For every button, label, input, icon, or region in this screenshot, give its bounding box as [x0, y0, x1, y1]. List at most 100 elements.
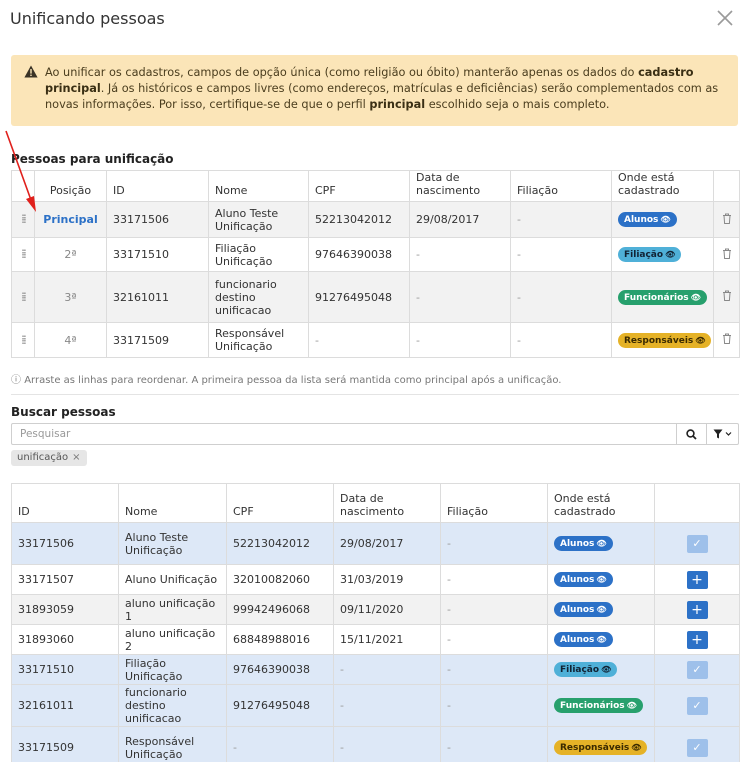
cell-filiacao: - — [510, 237, 612, 272]
header-nome: Nome — [118, 483, 227, 523]
cell-onde: Responsáveis 👁 — [611, 322, 714, 358]
eye-icon: 👁 — [596, 605, 607, 614]
cell-nascimento: 15/11/2021 — [333, 624, 441, 655]
cell-cpf: 91276495048 — [308, 271, 410, 323]
eye-icon: 👁 — [626, 701, 637, 710]
cell-cpf: - — [308, 322, 410, 358]
badge-alunos[interactable]: Alunos 👁 — [554, 572, 613, 587]
badge-alunos[interactable]: Alunos 👁 — [554, 536, 613, 551]
header-cpf: CPF — [226, 483, 334, 523]
cell-id: 33171510 — [11, 654, 119, 685]
cell-onde: Alunos 👁 — [547, 594, 655, 625]
cell-nascimento: 29/08/2017 — [333, 522, 441, 565]
chip-close-icon[interactable]: × — [72, 452, 80, 463]
check-icon[interactable]: ✓ — [686, 738, 708, 757]
header-actions — [654, 483, 740, 523]
add-person-button[interactable]: + — [686, 630, 708, 649]
eye-icon: 👁 — [601, 665, 612, 674]
drag-handle-icon[interactable]: ⁞⁞ — [11, 237, 35, 272]
cell-nascimento: - — [409, 271, 511, 323]
badge-funcionarios[interactable]: Funcionários 👁 — [618, 289, 707, 305]
table-row[interactable]: 31893059 aluno unificação 1 99942496068 … — [11, 594, 740, 625]
check-icon[interactable]: ✓ — [686, 696, 708, 715]
modal-title: Unificando pessoas — [10, 9, 165, 28]
eye-icon: 👁 — [631, 743, 642, 752]
header-cpf: CPF — [308, 170, 410, 202]
cell-onde: Alunos 👁 — [611, 201, 714, 238]
cell-id: 31893060 — [11, 624, 119, 655]
header-onde: Onde está cadastrado — [547, 483, 655, 523]
cell-onde: Funcionários 👁 — [611, 271, 714, 323]
drag-handle-icon[interactable]: ⁞⁞ — [11, 322, 35, 358]
cell-cpf: - — [226, 726, 334, 762]
badge-alunos[interactable]: Alunos 👁 — [618, 212, 677, 227]
badge-alunos[interactable]: Alunos 👁 — [554, 632, 613, 647]
table-row[interactable]: 33171510 Filiação Unificação 97646390038… — [11, 654, 740, 685]
trash-icon[interactable] — [713, 237, 740, 272]
trash-icon[interactable] — [713, 322, 740, 358]
eye-icon: 👁 — [665, 250, 676, 259]
cell-nascimento: 09/11/2020 — [333, 594, 441, 625]
cell-onde: Responsáveis 👁 — [547, 726, 655, 762]
cell-id: 31893059 — [11, 594, 119, 625]
filter-chip-label: unificação — [17, 452, 69, 463]
table-row[interactable]: 33171507 Aluno Unificação 32010082060 31… — [11, 564, 740, 595]
search-input[interactable] — [12, 424, 672, 444]
merge-table-header: Posição ID Nome CPF Data de nascimento F… — [11, 170, 740, 202]
check-icon[interactable]: ✓ — [686, 534, 708, 553]
alert-bold-2: principal — [369, 98, 426, 111]
cell-nascimento: - — [333, 654, 441, 685]
cell-action: + — [654, 564, 740, 595]
badge-responsaveis[interactable]: Responsáveis 👁 — [618, 332, 712, 348]
cell-nascimento: - — [333, 684, 441, 727]
filter-icon[interactable] — [706, 424, 739, 444]
merge-row[interactable]: ⁞⁞ Principal 33171506 Aluno Teste Unific… — [11, 201, 740, 238]
eye-icon: 👁 — [690, 292, 701, 302]
add-person-button[interactable]: + — [686, 600, 708, 619]
position-principal: Principal — [34, 201, 107, 238]
merge-row[interactable]: ⁞⁞ 2ª 33171510 Filiação Unificação 97646… — [11, 237, 740, 272]
table-row[interactable]: 31893060 aluno unificação 2 68848988016 … — [11, 624, 740, 655]
results-header: ID Nome CPF Data de nascimento Filiação … — [11, 483, 740, 523]
cell-cpf: 97646390038 — [226, 654, 334, 685]
check-icon[interactable]: ✓ — [686, 660, 708, 679]
badge-filiacao[interactable]: Filiação 👁 — [554, 662, 618, 677]
position-cell: 2ª — [34, 237, 107, 272]
filter-chip[interactable]: unificação × — [11, 450, 87, 466]
cell-nome: funcionario destino unificacao — [208, 271, 309, 323]
cell-id: 32161011 — [11, 684, 119, 727]
table-row[interactable]: 32161011 funcionario destino unificacao … — [11, 684, 740, 727]
cell-filiacao: - — [440, 654, 548, 685]
eye-icon: 👁 — [695, 335, 706, 345]
merge-row[interactable]: ⁞⁞ 3ª 32161011 funcionario destino unifi… — [11, 271, 740, 323]
search-icon[interactable] — [676, 424, 706, 444]
cell-filiacao: - — [440, 624, 548, 655]
table-row[interactable]: 33171509 Responsável Unificação - - - Re… — [11, 726, 740, 762]
divider — [11, 394, 739, 395]
cell-nascimento: - — [409, 237, 511, 272]
add-person-button[interactable]: + — [686, 570, 708, 589]
warning-triangle-icon — [24, 65, 38, 83]
cell-id: 33171506 — [106, 201, 209, 238]
badge-filiacao[interactable]: Filiação 👁 — [618, 247, 682, 262]
eye-icon: 👁 — [660, 215, 671, 224]
reorder-hint: ⓘ Arraste as linhas para reordenar. A pr… — [11, 371, 561, 386]
cell-nome: aluno unificação 1 — [118, 594, 227, 625]
close-icon[interactable] — [715, 8, 735, 28]
table-row[interactable]: 33171506 Aluno Teste Unificação 52213042… — [11, 522, 740, 565]
trash-icon[interactable] — [713, 271, 740, 323]
cell-id: 33171507 — [11, 564, 119, 595]
position-cell: 4ª — [34, 322, 107, 358]
header-actions — [713, 170, 740, 202]
drag-handle-icon[interactable]: ⁞⁞ — [11, 271, 35, 323]
trash-icon[interactable] — [713, 201, 740, 238]
cell-onde: Filiação 👁 — [611, 237, 714, 272]
badge-responsaveis[interactable]: Responsáveis 👁 — [554, 740, 648, 755]
cell-onde: Alunos 👁 — [547, 564, 655, 595]
merge-row[interactable]: ⁞⁞ 4ª 33171509 Responsável Unificação - … — [11, 322, 740, 358]
cell-filiacao: - — [440, 522, 548, 565]
drag-handle-icon[interactable]: ⁞⁞ — [11, 201, 35, 238]
badge-funcionarios[interactable]: Funcionários 👁 — [554, 698, 643, 713]
badge-alunos[interactable]: Alunos 👁 — [554, 602, 613, 617]
cell-nascimento: 29/08/2017 — [409, 201, 511, 238]
